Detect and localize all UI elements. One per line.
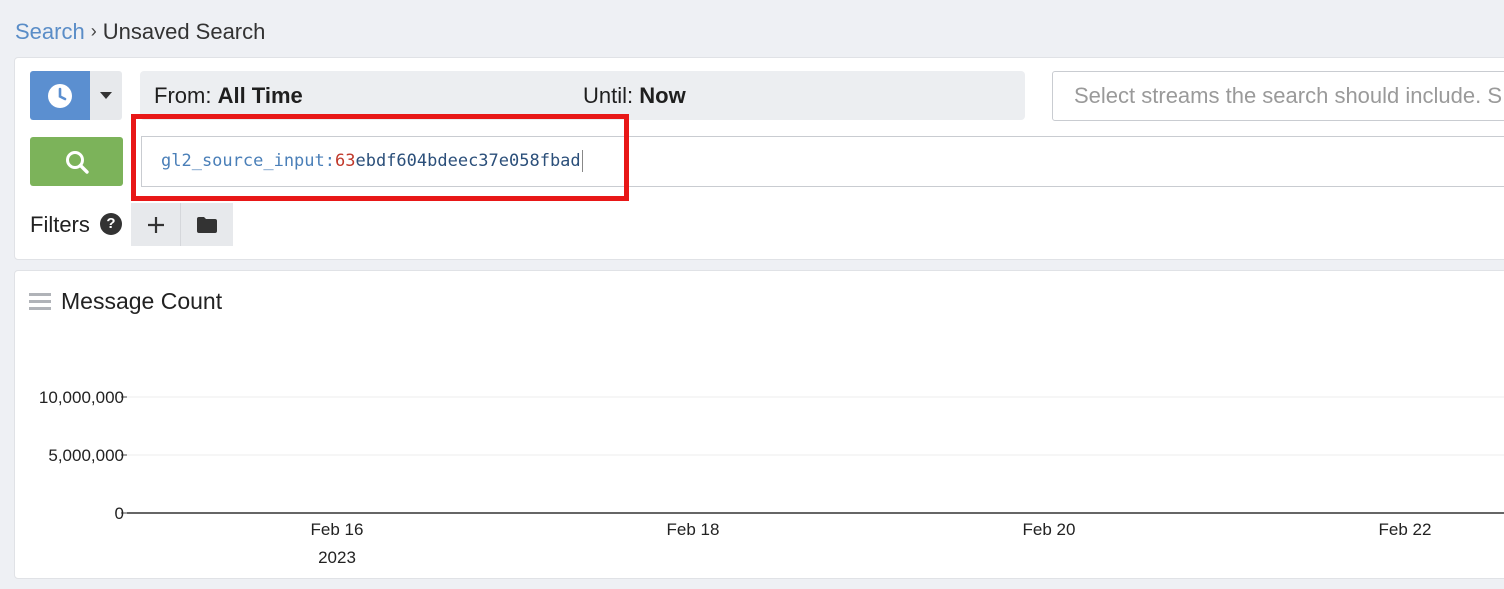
time-range-dropdown-toggle[interactable] [90,71,122,120]
breadcrumb-search-link[interactable]: Search [15,19,85,44]
help-icon[interactable]: ? [100,213,122,235]
breadcrumb-current: Unsaved Search [102,19,266,44]
load-filter-button[interactable] [181,203,233,246]
x-tick-label: Feb 16 [311,520,364,539]
x-tick-label: Feb 22 [1379,520,1432,539]
clock-icon [48,83,72,108]
search-bar-panel: From: All Time Until: Now Select streams… [14,57,1504,260]
text-cursor [581,150,583,172]
y-tick-label: 5,000,000 [48,446,124,465]
breadcrumb: Search › Unsaved Search [15,18,265,47]
search-query-input[interactable]: gl2_source_input:63ebdf604bdeec37e058fba… [141,136,1504,187]
caret-down-icon [100,91,112,99]
query-value-text: ebdf604bdeec37e058fbad [355,151,581,171]
x-tick-year-label: 2023 [318,548,356,567]
message-count-chart: 10,000,000 5,000,000 0 Feb 16 2023 Feb 18 Feb … [39,388,1504,567]
time-range-from: From: All Time [154,83,303,108]
plus-icon [147,216,164,233]
add-filter-button[interactable] [131,203,181,246]
folder-icon [197,216,217,233]
query-field-name: gl2_source_input: [161,151,335,171]
time-range-until: Until: Now [583,83,686,108]
query-value-number: 63 [335,151,356,171]
streams-select[interactable]: Select streams the search should include… [1052,71,1504,121]
message-count-widget: Message Count 10,000,000 5,000,000 0 Feb 16… [14,270,1504,579]
time-range-type-button[interactable] [30,71,90,120]
chevron-right-icon: › [90,21,97,41]
x-tick-label: Feb 20 [1023,520,1076,539]
search-button[interactable] [30,137,123,186]
y-tick-label: 0 [115,504,124,523]
search-icon [65,150,89,174]
time-range-display[interactable]: From: All Time Until: Now [140,71,1025,120]
filters-label: Filters [30,212,90,237]
y-tick-label: 10,000,000 [39,388,124,407]
x-tick-label: Feb 18 [667,520,720,539]
